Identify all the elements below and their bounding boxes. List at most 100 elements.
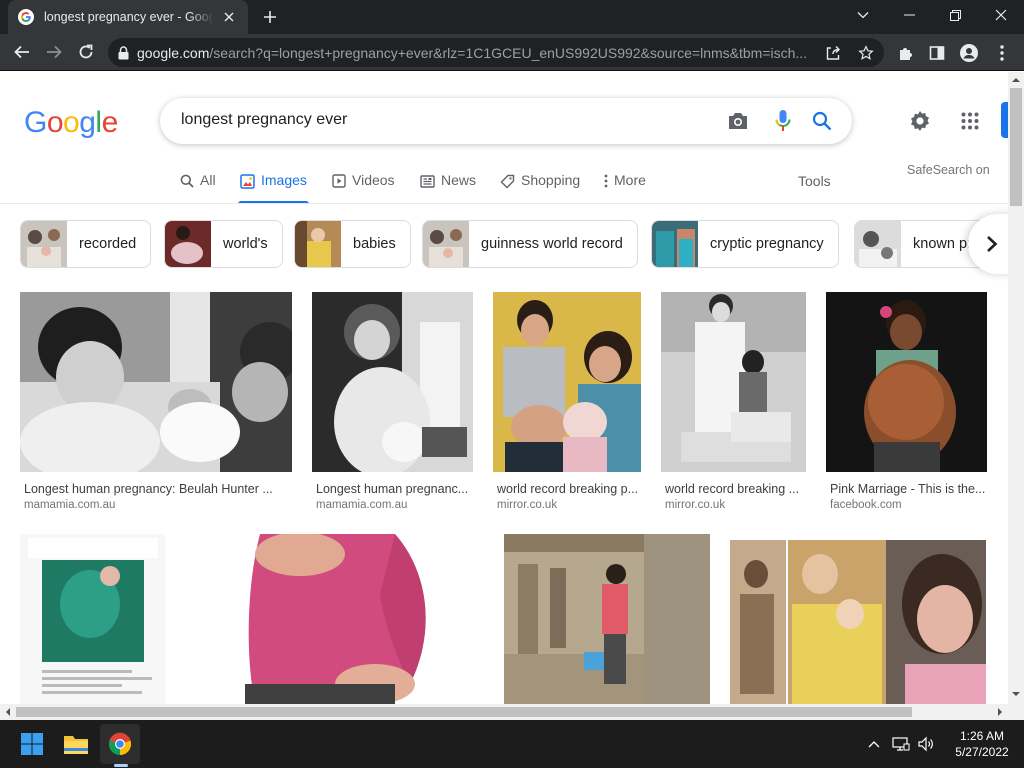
result-image[interactable] [20,534,165,704]
profile-avatar-icon[interactable] [958,42,980,64]
logo-letter: e [101,106,119,139]
forward-arrow-icon[interactable] [40,38,68,66]
share-icon[interactable] [823,43,843,63]
result-source[interactable]: mirror.co.uk [665,499,725,511]
tab-label: All [200,172,216,188]
image-result[interactable]: Longest human pregnancy: Beulah Hunter .… [20,292,292,511]
tab-more[interactable]: More [604,168,646,204]
google-logo[interactable]: Google [24,106,118,140]
vertical-scroll-thumb[interactable] [1010,88,1022,206]
image-result[interactable] [730,534,986,704]
image-result[interactable] [20,534,165,704]
image-result[interactable]: world record breaking ... mirror.co.uk [661,292,806,511]
tab-label: More [614,172,646,188]
settings-gear-icon[interactable] [906,107,934,135]
image-result[interactable]: Pink Marriage - This is the... facebook.… [826,292,987,511]
safesearch-toggle[interactable]: SafeSearch on [907,163,990,177]
tab-videos[interactable]: Videos [332,168,395,204]
chip-thumbnail [21,221,67,267]
chip-guinness-world-record[interactable]: guinness world record [422,220,638,268]
close-tab-icon[interactable] [220,8,238,26]
result-image[interactable] [826,292,987,472]
chip-thumbnail [855,221,901,267]
search-icon [180,173,194,189]
minimize-icon[interactable] [886,0,932,30]
result-image[interactable] [312,292,473,472]
close-window-icon[interactable] [978,0,1024,30]
extensions-puzzle-icon[interactable] [895,42,917,64]
reload-icon[interactable] [72,38,100,66]
tab-shopping[interactable]: Shopping [500,168,580,204]
back-arrow-icon[interactable] [8,38,36,66]
vertical-scrollbar[interactable] [1008,72,1024,704]
microphone-icon[interactable] [771,109,795,133]
chip-thumbnail [295,221,341,267]
scroll-up-arrow-icon[interactable] [1008,74,1024,86]
scroll-left-arrow-icon[interactable] [2,704,14,720]
scroll-down-arrow-icon[interactable] [1008,688,1024,700]
result-image[interactable] [661,292,806,472]
tab-all[interactable]: All [180,168,216,204]
result-title[interactable]: Pink Marriage - This is the... [830,482,987,496]
lock-icon[interactable] [118,45,129,60]
result-source[interactable]: facebook.com [830,499,902,511]
search-box[interactable]: longest pregnancy ever [160,98,852,144]
windows-start-icon[interactable] [12,724,52,764]
new-tab-plus-icon[interactable] [258,6,282,28]
result-title[interactable]: world record breaking p... [497,482,641,496]
tab-label: Shopping [521,172,581,188]
result-title[interactable]: Longest human pregnanc... [316,482,471,496]
logo-letter: o [46,106,64,139]
result-image[interactable] [504,534,710,704]
tools-button[interactable]: Tools [798,173,831,189]
show-hidden-icons-chevron-icon[interactable] [864,734,884,754]
chip-label: world's [223,236,268,252]
chip-label: guinness world record [481,236,623,252]
tab-news[interactable]: News [420,168,476,204]
result-source[interactable]: mamamia.com.au [316,499,407,511]
chip-label: cryptic pregnancy [710,236,824,252]
side-panel-icon[interactable] [926,42,948,64]
browser-tab[interactable]: longest pregnancy ever - Google Search [8,0,248,34]
result-image[interactable] [730,534,986,704]
chip-worlds[interactable]: world's [164,220,283,268]
chip-babies[interactable]: babies [294,220,411,268]
scroll-right-arrow-icon[interactable] [994,704,1006,720]
restore-icon[interactable] [932,0,978,30]
file-explorer-icon[interactable] [56,724,96,764]
news-icon [420,173,435,189]
tab-label: News [441,172,477,188]
tab-search-chevron-icon[interactable] [840,0,886,30]
result-source[interactable]: mirror.co.uk [497,499,557,511]
result-source[interactable]: mamamia.com.au [24,499,115,511]
image-icon [240,173,255,189]
google-images-page: Google longest pregnancy ever All Images… [0,72,1008,704]
network-icon[interactable] [891,734,911,754]
result-title[interactable]: world record breaking ... [665,482,806,496]
chip-cryptic-pregnancy[interactable]: cryptic pregnancy [651,220,839,268]
volume-icon[interactable] [916,734,936,754]
search-submit-icon[interactable] [810,109,834,133]
image-result[interactable]: world record breaking p... mirror.co.uk [493,292,641,511]
search-input[interactable]: longest pregnancy ever [181,111,347,129]
result-image[interactable] [185,534,484,704]
result-title[interactable]: Longest human pregnancy: Beulah Hunter .… [24,482,292,496]
address-bar[interactable]: google.com/search?q=longest+pregnancy+ev… [108,38,884,67]
chip-recorded[interactable]: recorded [20,220,152,268]
image-result[interactable]: Longest human pregnanc... mamamia.com.au [312,292,473,511]
image-result[interactable] [504,534,710,704]
result-image[interactable] [20,292,292,472]
google-apps-grid-icon[interactable] [956,107,984,135]
result-image[interactable] [493,292,641,472]
bookmark-star-icon[interactable] [856,43,876,63]
system-clock[interactable]: 1:26 AM 5/27/2022 [940,728,1024,760]
horizontal-scrollbar[interactable] [0,704,1024,720]
image-result[interactable] [185,534,484,704]
chrome-taskbar-icon[interactable] [100,724,140,764]
camera-search-icon[interactable] [726,109,750,133]
horizontal-scroll-thumb[interactable] [16,707,912,717]
chrome-menu-icon[interactable] [991,42,1013,64]
tab-images[interactable]: Images [238,168,309,204]
url-host: google.com [137,44,210,61]
sign-in-button[interactable] [1001,102,1008,138]
